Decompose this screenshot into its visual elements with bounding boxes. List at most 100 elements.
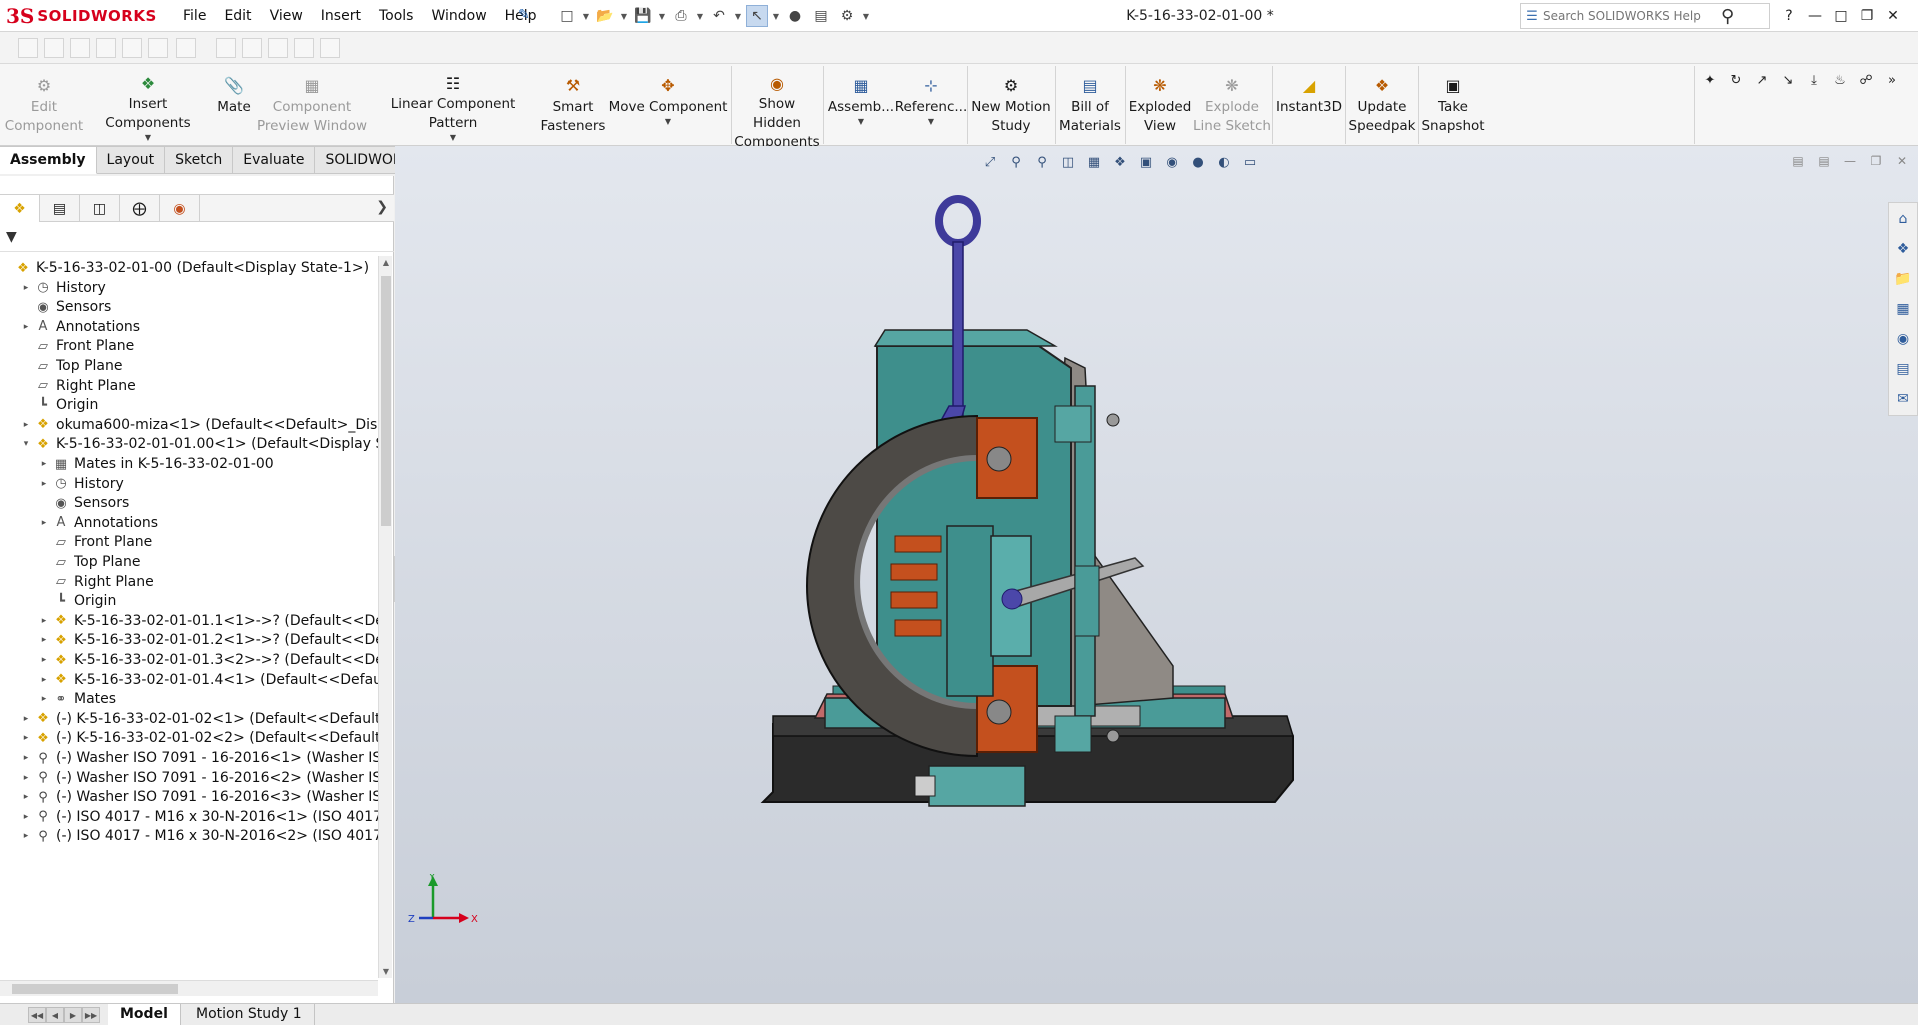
down-arrow-icon[interactable]: ⤓ <box>1804 70 1824 90</box>
viewport-close-icon[interactable]: ✕ <box>1894 154 1910 168</box>
expand-arrow-icon[interactable]: ▸ <box>20 753 32 763</box>
dimxpert-tab-icon[interactable]: ⨁ <box>120 195 160 222</box>
help-search-input[interactable] <box>1543 9 1713 23</box>
tree-horizontal-scrollbar[interactable] <box>0 980 378 996</box>
move-component-button[interactable]: ✥ Move Component ▼ <box>606 68 730 142</box>
show-hidden-button[interactable]: ◉ Show Hidden Components <box>734 68 820 150</box>
tab-evaluate[interactable]: Evaluate <box>233 146 316 174</box>
expand-arrow-icon[interactable]: ▸ <box>38 616 50 626</box>
expand-arrow-icon[interactable]: ▸ <box>20 283 32 293</box>
tab-assembly[interactable]: Assembly <box>0 146 97 174</box>
display-manager-tab-icon[interactable]: ◉ <box>160 195 200 222</box>
expand-arrow-icon[interactable]: ▸ <box>38 675 50 685</box>
expand-arrow-icon[interactable]: ▸ <box>38 694 50 704</box>
custom-properties-icon[interactable]: ▤ <box>1892 357 1914 381</box>
viewport-restore-icon[interactable]: ❐ <box>1868 154 1884 168</box>
next-tab-icon[interactable]: ▶ <box>64 1007 82 1023</box>
tile-left-icon[interactable]: ▤ <box>1790 154 1806 168</box>
viewport-minimize-icon[interactable]: — <box>1842 154 1858 168</box>
open-folder-icon[interactable]: 📂 <box>594 5 616 27</box>
insert-components-button[interactable]: ❖ Insert Components ▼ <box>88 68 208 142</box>
chevron-down-icon[interactable]: ▼ <box>928 117 934 127</box>
expand-arrow-icon[interactable]: ▸ <box>38 479 50 489</box>
undo-dropdown-icon[interactable]: ▼ <box>734 5 742 27</box>
tab-model[interactable]: Model <box>108 1004 181 1025</box>
zoom-area-icon[interactable]: ⚲ <box>1006 152 1026 172</box>
close-icon[interactable]: ✕ <box>1882 8 1904 24</box>
appearances-icon[interactable]: ◉ <box>1892 327 1914 351</box>
chevron-down-icon[interactable]: ▼ <box>450 133 456 143</box>
menu-file[interactable]: File <box>174 8 215 24</box>
graphics-area[interactable]: ⤢ ⚲ ⚲ ◫ ▦ ❖ ▣ ◉ ● ◐ ▭ ▤ ▤ — ❐ ✕ ⌂ ❖ 📁 ▦ … <box>395 146 1918 1003</box>
instant3d-button[interactable]: ◢ Instant3D <box>1276 68 1342 142</box>
apply-scene-icon[interactable]: ◐ <box>1214 152 1234 172</box>
zoom-to-fit-icon[interactable]: ⤢ <box>980 152 1000 172</box>
select-arrow-icon[interactable]: ↖ <box>746 5 768 27</box>
rebuild-icon[interactable]: ● <box>784 5 806 27</box>
prev-tab-icon[interactable]: ◀ <box>46 1007 64 1023</box>
tile-right-icon[interactable]: ▤ <box>1816 154 1832 168</box>
chevron-down-icon[interactable]: ▼ <box>145 133 151 143</box>
linear-pattern-button[interactable]: ☷ Linear Component Pattern ▼ <box>368 68 538 142</box>
smart-fasteners-button[interactable]: ⚒ Smart Fasteners <box>540 68 606 142</box>
property-manager-tab-icon[interactable]: ▤ <box>40 195 80 222</box>
expand-arrow-icon[interactable]: ▸ <box>20 420 32 430</box>
hide-show-items-icon[interactable]: ◉ <box>1162 152 1182 172</box>
print-icon[interactable]: ⎙ <box>670 5 692 27</box>
filter-icon[interactable]: ▼ <box>6 229 17 245</box>
section-view-icon[interactable]: ◫ <box>1058 152 1078 172</box>
maximize-icon[interactable]: □ <box>1830 8 1852 24</box>
chevron-down-icon[interactable]: ▼ <box>665 117 671 127</box>
forum-icon[interactable]: ✉ <box>1892 387 1914 411</box>
view-palette-icon[interactable]: ▦ <box>1892 297 1914 321</box>
expand-arrow-icon[interactable]: ▸ <box>20 831 32 841</box>
edit-component-button[interactable]: ⚙ Edit Component <box>4 68 84 142</box>
save-dropdown-icon[interactable]: ▼ <box>658 5 666 27</box>
tree-vertical-scrollbar[interactable]: ▲ ▼ <box>378 256 392 978</box>
mate-button[interactable]: 📎 Mate <box>212 68 256 142</box>
chevron-right-icon[interactable]: ❯ <box>376 199 388 215</box>
select-dropdown-icon[interactable]: ▼ <box>772 5 780 27</box>
view-settings-icon[interactable]: ▭ <box>1240 152 1260 172</box>
bill-of-materials-button[interactable]: ▤ Bill of Materials <box>1058 68 1122 142</box>
minimize-icon[interactable]: — <box>1804 8 1826 24</box>
expand-arrow-icon[interactable]: ▸ <box>38 635 50 645</box>
previous-view-icon[interactable]: ⚲ <box>1032 152 1052 172</box>
link-icon[interactable]: ☍ <box>1856 70 1876 90</box>
tab-motion-study-1[interactable]: Motion Study 1 <box>184 1004 315 1025</box>
tab-layout[interactable]: Layout <box>96 146 166 174</box>
menu-edit[interactable]: Edit <box>215 8 260 24</box>
expand-arrow-icon[interactable]: ▸ <box>20 812 32 822</box>
expand-arrow-icon[interactable]: ▸ <box>20 733 32 743</box>
more-chevron-icon[interactable]: » <box>1882 70 1902 90</box>
display-style-icon[interactable]: ▣ <box>1136 152 1156 172</box>
undo-icon[interactable]: ↶ <box>708 5 730 27</box>
assembly-features-button[interactable]: ▦ Assemb... ▼ <box>826 68 896 142</box>
expand-arrow-icon[interactable]: ▸ <box>38 518 50 528</box>
print-dropdown-icon[interactable]: ▼ <box>696 5 704 27</box>
restore-icon[interactable]: ❐ <box>1856 8 1878 24</box>
design-library-icon[interactable]: ❖ <box>1892 237 1914 261</box>
pin-icon[interactable]: ✎ <box>518 7 534 23</box>
new-document-icon[interactable]: □ <box>556 5 578 27</box>
take-snapshot-button[interactable]: ▣ Take Snapshot <box>1420 68 1486 142</box>
first-tab-icon[interactable]: ◀◀ <box>28 1007 46 1023</box>
expand-arrow-icon[interactable]: ▸ <box>20 773 32 783</box>
arrow-tool-icon[interactable]: ↘ <box>1778 70 1798 90</box>
reference-geometry-button[interactable]: ⊹ Referenc... ▼ <box>895 68 968 142</box>
open-dropdown-icon[interactable]: ▼ <box>620 5 628 27</box>
assembly-model-render[interactable] <box>395 146 1918 1003</box>
file-explorer-icon[interactable]: 📁 <box>1892 267 1914 291</box>
car-icon[interactable]: ♨ <box>1830 70 1850 90</box>
new-dropdown-icon[interactable]: ▼ <box>582 5 590 27</box>
help-search-box[interactable]: ☰ ⚲ <box>1520 3 1770 29</box>
component-preview-button[interactable]: ▦ Component Preview Window <box>256 68 368 142</box>
menu-view[interactable]: View <box>261 8 312 24</box>
scroll-up-icon[interactable]: ▲ <box>379 258 393 267</box>
menu-window[interactable]: Window <box>422 8 495 24</box>
new-motion-study-button[interactable]: ⚙ New Motion Study <box>970 68 1052 142</box>
rotate-icon[interactable]: ↻ <box>1726 70 1746 90</box>
save-icon[interactable]: 💾 <box>632 5 654 27</box>
menu-tools[interactable]: Tools <box>370 8 423 24</box>
help-question-icon[interactable]: ? <box>1778 8 1800 24</box>
